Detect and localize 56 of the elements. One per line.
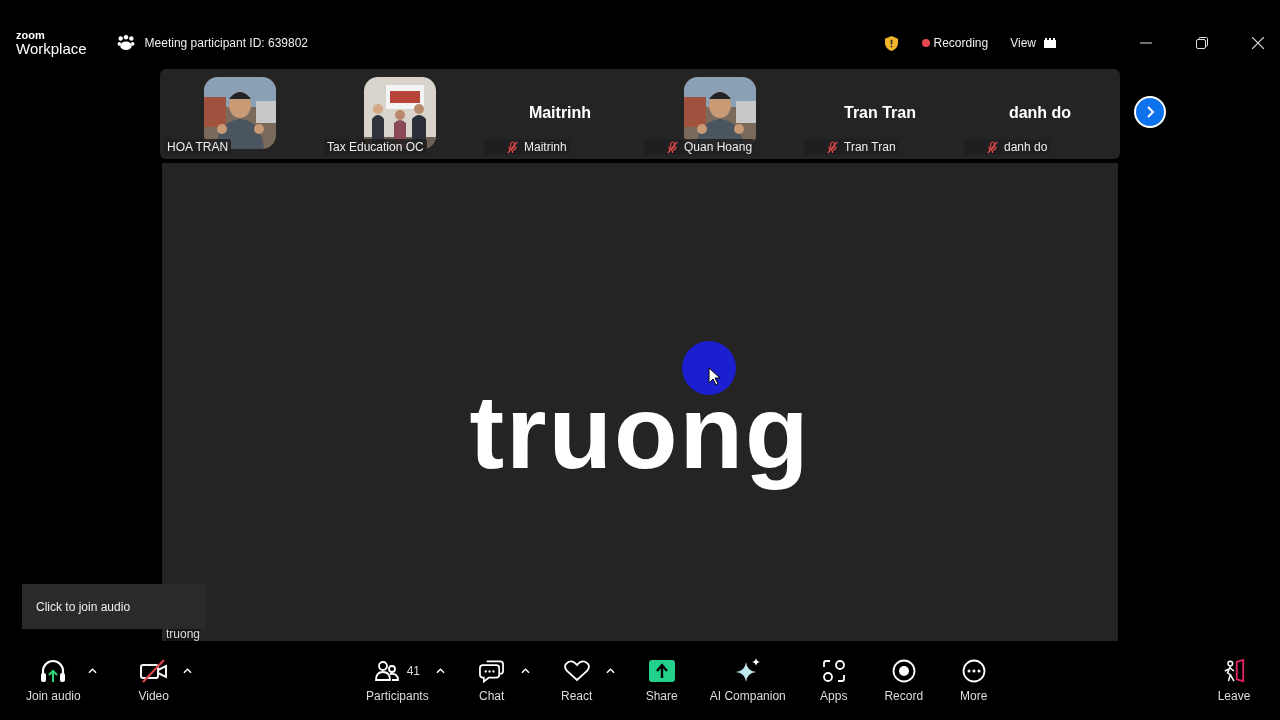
participant-tile[interactable]: HOA TRAN (160, 69, 320, 159)
cursor-highlight-icon (682, 341, 736, 395)
toolbar-button[interactable]: Video (127, 658, 180, 703)
participant-name: Quan Hoang (684, 140, 753, 154)
caret-icon (605, 668, 615, 674)
leave-button[interactable]: Leave (1208, 658, 1260, 703)
caret-icon (520, 668, 530, 674)
caret-icon (182, 668, 192, 674)
next-page-button[interactable] (1134, 96, 1166, 128)
heart-icon (563, 660, 590, 682)
logo-text: Workplace (16, 41, 87, 56)
meeting-id: Meeting participant ID: 639802 (144, 36, 309, 50)
paw-icon (116, 35, 135, 51)
toolbar-button[interactable]: Join audio (22, 658, 85, 703)
speaker-name-display: truong (469, 372, 811, 492)
toolbar-button[interactable]: Apps (807, 658, 860, 703)
apps-icon (821, 659, 846, 683)
toolbar-button[interactable]: Share (635, 658, 688, 703)
toolbar-button[interactable]: 41 Participants (362, 658, 433, 703)
logo-small-text: zoom (16, 30, 46, 41)
toolbar-button[interactable]: AI Companion (705, 658, 790, 703)
participant-tile[interactable]: danh do danh do (960, 69, 1120, 159)
chevron-right-icon (1144, 106, 1156, 118)
participant-name: danh do (1004, 140, 1048, 154)
people-icon (374, 660, 399, 682)
recording-dot-icon (921, 39, 930, 47)
toolbar-button[interactable]: More (947, 658, 1000, 703)
close-icon[interactable] (1252, 37, 1264, 49)
headphones-icon (40, 659, 67, 683)
participant-name: Tran Tran (844, 140, 896, 154)
record-icon (891, 659, 916, 683)
participant-name: HOA TRAN (167, 140, 229, 154)
toolbar-button[interactable]: Record (877, 658, 930, 703)
toolbar-button[interactable]: React (550, 658, 603, 703)
caret-icon (87, 668, 97, 674)
shield-icon[interactable] (884, 35, 898, 51)
participant-tile[interactable]: Maitrinh Maitrinh (480, 69, 640, 159)
participant-name: Maitrinh (524, 140, 567, 154)
participant-display-name: Tran Tran (844, 104, 916, 122)
participant-name: Tax Education OC (327, 140, 424, 154)
leave-door-icon (1222, 659, 1246, 683)
tooltip-text: Click to join audio (36, 599, 131, 614)
participant-display-name: danh do (1008, 104, 1072, 122)
participant-display-name: Maitrinh (528, 104, 592, 122)
more-icon (961, 659, 986, 683)
participant-tile[interactable]: Tran Tran Tran Tran (800, 69, 960, 159)
participant-tile[interactable]: Quan Hoang (640, 69, 800, 159)
recording-status: Recording (933, 36, 989, 50)
chat-icon (479, 659, 505, 683)
share-icon (648, 660, 675, 682)
toolbar-button[interactable]: Chat (465, 658, 518, 703)
view-button[interactable]: View (1010, 36, 1056, 50)
restore-icon[interactable] (1196, 37, 1208, 49)
caret-icon (435, 668, 445, 674)
view-grid-icon (1044, 38, 1056, 48)
participant-tile[interactable]: Tax Education OC (320, 69, 480, 159)
